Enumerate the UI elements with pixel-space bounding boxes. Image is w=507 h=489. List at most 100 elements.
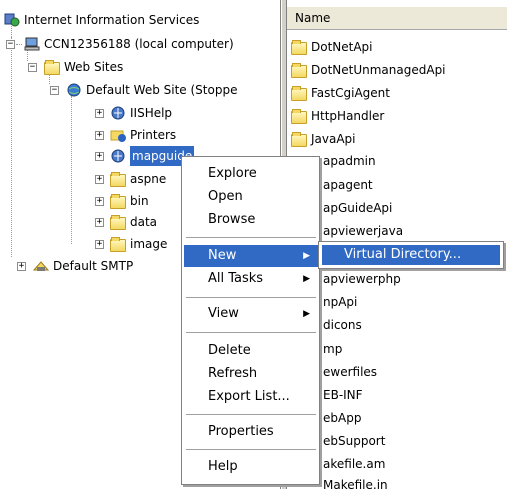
menu-item-help[interactable]: Help <box>184 456 318 478</box>
list-item-label: mp <box>323 342 343 356</box>
virtual-directory-icon <box>110 105 126 121</box>
tree-node-iishelp[interactable]: IISHelp <box>110 103 172 123</box>
virtual-directory-icon <box>110 148 126 164</box>
list-item[interactable]: apviewerjava <box>323 220 403 242</box>
list-item-label: EB-INF <box>323 388 363 402</box>
expand-toggle[interactable]: + <box>95 131 104 140</box>
menu-item-label: New <box>208 248 237 263</box>
menu-item-label: View <box>208 306 239 321</box>
menu-item-delete[interactable]: Delete <box>184 340 318 362</box>
list-item[interactable]: EB-INF <box>323 384 363 406</box>
menu-item-explore[interactable]: Explore <box>184 163 318 185</box>
list-item[interactable]: apviewerphp <box>323 268 401 290</box>
list-item[interactable]: mp <box>323 338 342 360</box>
menu-separator <box>186 297 316 298</box>
submenu-arrow-icon: ▶ <box>303 251 310 261</box>
expand-toggle[interactable]: + <box>95 197 104 206</box>
list-item[interactable]: apadmin <box>323 150 376 172</box>
list-item-label: DotNetUnmanagedApi <box>311 63 446 77</box>
tree-label: CCN12356188 (local computer) <box>44 37 234 51</box>
tree-node-default-web-site[interactable]: Default Web Site (Stoppe <box>66 80 237 100</box>
list-item[interactable]: ebSupport <box>323 430 385 452</box>
list-item[interactable]: Makefile.in <box>323 474 388 489</box>
list-item-label: DotNetApi <box>311 40 373 54</box>
menu-item-open[interactable]: Open <box>184 186 318 208</box>
expand-toggle[interactable]: + <box>17 262 26 271</box>
submenu-arrow-icon: ▶ <box>303 309 310 319</box>
menu-item-new[interactable]: New ▶ <box>184 245 318 267</box>
list-item[interactable]: JavaApi <box>291 128 356 150</box>
expand-toggle[interactable]: + <box>95 240 104 249</box>
folder-icon <box>44 59 60 75</box>
list-item[interactable]: ewerfiles <box>323 361 377 383</box>
list-item[interactable]: FastCgiAgent <box>291 82 390 104</box>
folder-icon <box>291 85 307 101</box>
tree-node-printers[interactable]: Printers <box>110 125 176 145</box>
tree-node-data[interactable]: data <box>110 212 157 232</box>
submenu-arrow-icon: ▶ <box>303 274 310 284</box>
list-item-label: npApi <box>323 295 358 309</box>
expand-toggle[interactable]: + <box>95 109 104 118</box>
folder-icon <box>110 214 126 230</box>
column-header-name[interactable]: Name <box>287 6 507 30</box>
list-item[interactable]: DotNetApi <box>291 36 373 58</box>
menu-separator <box>186 449 316 450</box>
list-item[interactable]: HttpHandler <box>291 105 384 127</box>
collapse-toggle[interactable]: − <box>6 40 15 49</box>
list-item-label: HttpHandler <box>311 109 385 123</box>
tree-label: image <box>130 237 168 251</box>
tree-label: Default Web Site (Stoppe <box>86 83 238 97</box>
collapse-toggle[interactable]: − <box>50 86 59 95</box>
tree-label: Default SMTP <box>53 259 134 273</box>
tree-node-default-smtp[interactable]: Default SMTP <box>32 256 134 276</box>
context-menu: Explore Open Browse New ▶ All Tasks ▶ Vi… <box>181 156 320 485</box>
list-item[interactable]: dicons <box>323 314 362 336</box>
list-item[interactable]: apagent <box>323 174 373 196</box>
list-item[interactable]: ebApp <box>323 407 361 429</box>
expand-toggle[interactable]: + <box>95 218 104 227</box>
list-item-label: ewerfiles <box>323 365 378 379</box>
menu-item-properties[interactable]: Properties <box>184 421 318 443</box>
tree-node-iis-root[interactable]: Internet Information Services <box>4 10 199 30</box>
tree-connector <box>16 44 22 45</box>
tree-node-images[interactable]: image <box>110 234 167 254</box>
smtp-server-icon <box>32 258 50 274</box>
menu-separator <box>186 237 316 238</box>
menu-item-view[interactable]: View ▶ <box>184 303 318 325</box>
folder-icon <box>110 236 126 252</box>
iis-services-icon <box>4 12 20 28</box>
list-item-label: apGuideApi <box>323 201 393 215</box>
list-item[interactable]: DotNetUnmanagedApi <box>291 59 446 81</box>
tree-node-web-sites[interactable]: Web Sites <box>44 57 123 77</box>
collapse-toggle[interactable]: − <box>28 63 37 72</box>
menu-item-refresh[interactable]: Refresh <box>184 363 318 385</box>
menu-item-label: All Tasks <box>208 271 264 286</box>
tree-label: Internet Information Services <box>24 13 200 27</box>
expand-toggle[interactable]: + <box>95 175 104 184</box>
list-item-label: dicons <box>323 318 362 332</box>
website-globe-icon <box>66 82 82 98</box>
tree-connector <box>11 37 12 257</box>
menu-item-virtual-directory[interactable]: Virtual Directory... <box>322 245 500 265</box>
tree-label: data <box>130 215 158 229</box>
list-item-label: FastCgiAgent <box>311 86 390 100</box>
tree-node-aspnet[interactable]: aspne <box>110 169 166 189</box>
tree-label: bin <box>130 194 149 208</box>
list-item-label: akefile.am <box>323 457 386 471</box>
printer-folder-icon <box>110 127 126 143</box>
list-item[interactable]: akefile.am <box>323 453 385 475</box>
list-item[interactable]: apGuideApi <box>323 197 392 219</box>
menu-item-browse[interactable]: Browse <box>184 209 318 231</box>
menu-separator <box>186 414 316 415</box>
tree-connector <box>71 96 72 244</box>
menu-separator <box>186 332 316 333</box>
menu-item-all-tasks[interactable]: All Tasks ▶ <box>184 268 318 290</box>
menu-item-export-list[interactable]: Export List... <box>184 386 318 408</box>
list-item[interactable]: npApi <box>323 291 357 313</box>
tree-node-computer[interactable]: CCN12356188 (local computer) <box>24 34 234 54</box>
list-item-label: apadmin <box>323 154 376 168</box>
expand-toggle[interactable]: + <box>95 152 104 161</box>
folder-icon <box>291 62 307 78</box>
tree-node-bin[interactable]: bin <box>110 191 149 211</box>
tree-label: Printers <box>130 128 177 142</box>
